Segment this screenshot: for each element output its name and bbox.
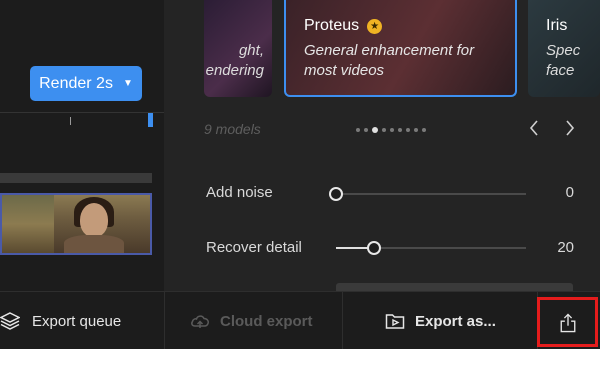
carousel-dot[interactable] xyxy=(422,128,426,132)
divider xyxy=(164,292,165,349)
clip-frame xyxy=(54,195,150,253)
star-icon: ★ xyxy=(367,18,383,34)
models-count: 9 models xyxy=(204,121,261,137)
divider xyxy=(342,292,343,349)
model-card-title: Iris xyxy=(546,17,568,34)
model-card-previous[interactable]: ght, endering xyxy=(204,0,272,97)
model-card-title: Proteus ★ xyxy=(304,17,383,35)
carousel-dot[interactable] xyxy=(382,128,386,132)
add-noise-label: Add noise xyxy=(206,184,273,201)
carousel-dot[interactable] xyxy=(406,128,410,132)
video-clip-thumbnails[interactable] xyxy=(0,193,152,255)
divider xyxy=(537,292,538,349)
timeline-pane: Render 2s ▼ xyxy=(0,0,164,291)
recover-detail-slider[interactable] xyxy=(336,241,526,255)
carousel-dot[interactable] xyxy=(398,128,402,132)
timeline-tick xyxy=(70,117,71,125)
model-card-desc: ght, endering xyxy=(205,42,264,79)
slider-thumb[interactable] xyxy=(367,241,381,255)
next-setting-control[interactable] xyxy=(336,283,573,291)
chevron-down-icon: ▼ xyxy=(122,78,133,89)
export-as-button[interactable]: Export as... xyxy=(385,292,496,349)
timeline-track[interactable] xyxy=(0,173,152,183)
slider-thumb[interactable] xyxy=(329,187,343,201)
share-icon xyxy=(560,313,576,333)
carousel-dot[interactable] xyxy=(372,127,378,133)
carousel-dot[interactable] xyxy=(364,128,368,132)
bottom-toolbar: Export queue Cloud export Export as... xyxy=(0,291,600,349)
folder-play-icon xyxy=(385,314,405,329)
cloud-icon xyxy=(191,315,209,328)
clip-frame xyxy=(2,195,54,253)
chevron-left-icon[interactable] xyxy=(524,117,544,139)
recover-detail-label: Recover detail xyxy=(206,239,302,256)
model-card-desc: Spec face xyxy=(546,42,581,79)
model-card-proteus[interactable]: Proteus ★ General enhancement for most v… xyxy=(284,0,517,97)
carousel-dot[interactable] xyxy=(414,128,418,132)
export-queue-button[interactable]: Export queue xyxy=(0,292,121,349)
render-button[interactable]: Render 2s ▼ xyxy=(30,66,142,101)
render-button-label: Render 2s xyxy=(39,74,113,92)
chevron-right-icon[interactable] xyxy=(560,117,580,139)
carousel-dot[interactable] xyxy=(356,128,360,132)
export-queue-label: Export queue xyxy=(32,312,122,330)
model-card-iris[interactable]: Iris Spec face xyxy=(528,0,600,97)
app-window: Render 2s ▼ ght, endering Proteus ★ Gene… xyxy=(0,0,600,349)
add-noise-value: 0 xyxy=(565,184,574,201)
export-as-label: Export as... xyxy=(415,312,496,330)
divider xyxy=(0,112,164,113)
recover-detail-value: 20 xyxy=(557,239,574,256)
layers-icon xyxy=(0,312,20,330)
cloud-export-label: Cloud export xyxy=(220,312,313,330)
model-settings-pane: ght, endering Proteus ★ General enhancem… xyxy=(164,0,600,291)
carousel-dot[interactable] xyxy=(390,128,394,132)
carousel-dots[interactable] xyxy=(356,127,426,133)
playhead-marker[interactable] xyxy=(148,113,153,127)
model-card-desc: General enhancement for most videos xyxy=(304,42,475,79)
cloud-export-button[interactable]: Cloud export xyxy=(190,292,313,349)
share-button[interactable] xyxy=(540,298,596,348)
add-noise-slider[interactable] xyxy=(329,187,526,201)
